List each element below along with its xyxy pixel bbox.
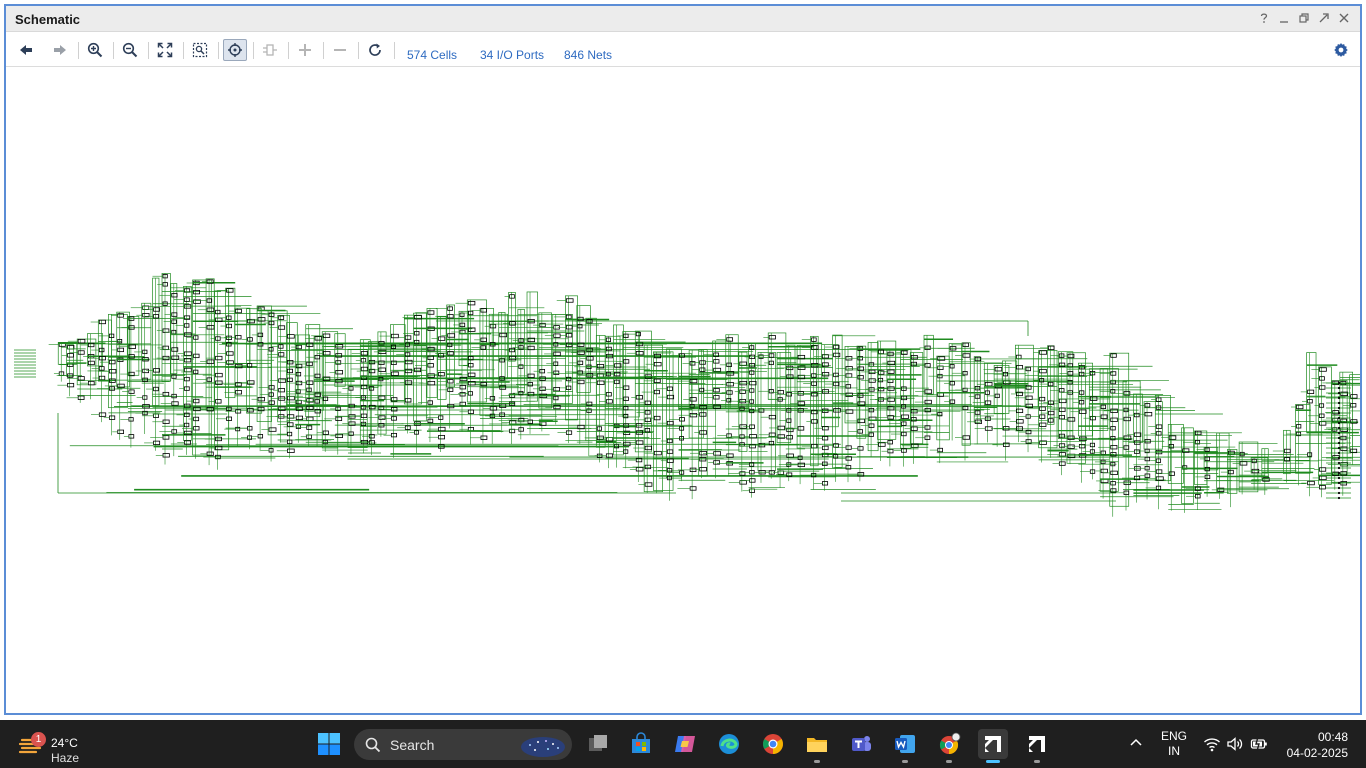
- weather-description: Haze: [51, 751, 80, 765]
- chrome-profile-icon[interactable]: [934, 729, 964, 763]
- schematic-window: Schematic 574 Cells 34 I/O Ports 846 Net…: [4, 4, 1362, 715]
- zoom-selection-icon[interactable]: [188, 39, 212, 61]
- notification-badge: 1: [31, 732, 46, 747]
- language-code: ENG: [1160, 729, 1187, 743]
- nets-count-link[interactable]: 846 Nets: [564, 48, 612, 62]
- close-icon[interactable]: [1336, 10, 1352, 26]
- io-ports-count-link[interactable]: 34 I/O Ports: [480, 48, 544, 62]
- search-icon: [365, 737, 381, 753]
- chrome-icon[interactable]: [758, 729, 788, 759]
- wifi-icon[interactable]: [1203, 735, 1221, 753]
- zoom-fit-icon[interactable]: [153, 39, 177, 61]
- taskbar-search[interactable]: Search: [354, 729, 572, 760]
- windows-start-icon[interactable]: [317, 732, 341, 756]
- clock-time: 00:48: [1317, 730, 1348, 744]
- zoom-in-icon[interactable]: [83, 39, 107, 61]
- vivado-icon[interactable]: [978, 729, 1008, 763]
- netlist-graph[interactable]: [14, 273, 1360, 517]
- back-icon[interactable]: [14, 39, 38, 61]
- system-clock[interactable]: 00:48 04-02-2025: [1287, 729, 1348, 761]
- restore-icon[interactable]: [1296, 10, 1312, 26]
- float-icon[interactable]: [1316, 10, 1332, 26]
- search-label: Search: [390, 737, 435, 753]
- collapse-icon[interactable]: [328, 39, 352, 61]
- expand-icon[interactable]: [293, 39, 317, 61]
- edge-icon[interactable]: [714, 729, 744, 759]
- title-bar: Schematic: [6, 6, 1360, 32]
- weather-temperature: 24°C: [51, 736, 78, 750]
- gear-icon[interactable]: [1330, 39, 1352, 61]
- expand-cell-icon[interactable]: [258, 39, 282, 61]
- search-highlight-icon: [521, 737, 565, 757]
- schematic-canvas[interactable]: [6, 68, 1360, 711]
- minimize-icon[interactable]: [1276, 10, 1292, 26]
- window-title: Schematic: [15, 12, 81, 27]
- forward-icon[interactable]: [48, 39, 72, 61]
- vivado-2-icon[interactable]: [1022, 729, 1052, 763]
- teams-icon[interactable]: [846, 729, 876, 759]
- weather-widget[interactable]: 1 24°C Haze: [14, 726, 104, 765]
- volume-icon[interactable]: [1226, 735, 1244, 753]
- zoom-out-icon[interactable]: [118, 39, 142, 61]
- auto-fit-icon[interactable]: [223, 39, 247, 61]
- help-icon[interactable]: [1256, 10, 1272, 26]
- window-controls: [1256, 10, 1352, 26]
- input-language[interactable]: ENG IN: [1160, 729, 1188, 759]
- region-code: IN: [1168, 744, 1180, 758]
- clock-date: 04-02-2025: [1286, 746, 1348, 760]
- copilot-icon[interactable]: [670, 729, 700, 759]
- battery-icon[interactable]: [1250, 735, 1268, 753]
- word-icon[interactable]: [890, 729, 920, 763]
- cells-count-link[interactable]: 574 Cells: [407, 48, 457, 62]
- show-hidden-icons-icon[interactable]: [1128, 735, 1144, 751]
- refresh-icon[interactable]: [363, 39, 387, 61]
- file-explorer-icon[interactable]: [802, 729, 832, 763]
- schematic-toolbar: 574 Cells 34 I/O Ports 846 Nets: [6, 33, 1360, 67]
- schematic-diagram[interactable]: [6, 68, 1360, 711]
- task-view-icon[interactable]: [583, 729, 613, 759]
- store-icon[interactable]: [626, 729, 656, 759]
- taskbar: 1 24°C Haze Search ENG IN 00:48 04-02-20…: [0, 720, 1366, 768]
